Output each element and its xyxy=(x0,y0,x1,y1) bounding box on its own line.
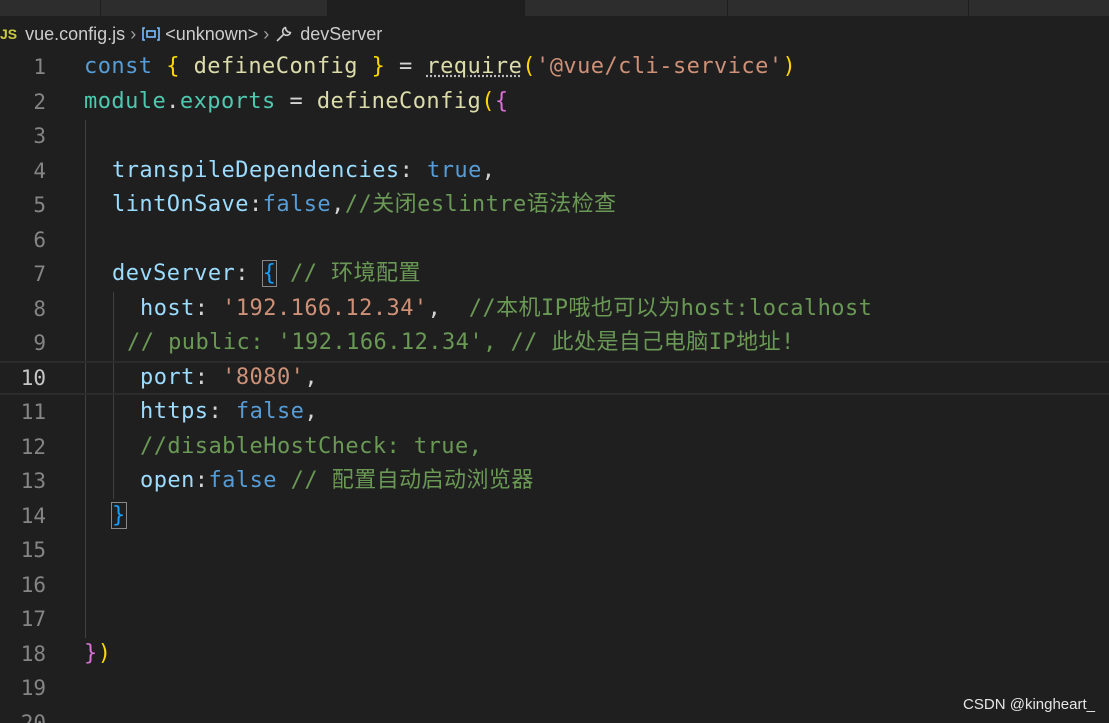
editor-tab-active[interactable] xyxy=(328,0,525,16)
code-line[interactable]: 16 xyxy=(0,568,1109,603)
code-line[interactable]: 3 xyxy=(0,119,1109,154)
line-code: } xyxy=(111,499,127,534)
line-code: host: '192.166.12.34', //本机IP哦也可以为host:l… xyxy=(140,295,873,321)
breadcrumb: JS vue.config.js › <unknown> › devServer xyxy=(0,16,1109,52)
matching-bracket: { xyxy=(261,260,278,287)
line-number: 19 xyxy=(20,676,46,700)
code-line[interactable]: 2 module.exports = defineConfig({ xyxy=(0,85,1109,120)
line-number: 7 xyxy=(33,262,46,286)
line-number: 6 xyxy=(33,227,46,252)
line-number: 1 xyxy=(33,55,46,79)
line-code: const { defineConfig } = require('@vue/c… xyxy=(84,54,797,79)
code-line[interactable]: 12 //disableHostCheck: true, xyxy=(0,430,1109,465)
chevron-right-icon: › xyxy=(130,23,137,44)
editor-tab[interactable] xyxy=(101,0,328,16)
line-number: 20 xyxy=(20,710,46,723)
editor-tab[interactable] xyxy=(728,0,969,16)
line-number: 13 xyxy=(20,469,46,493)
code-line[interactable]: 5 lintOnSave:false,//关闭eslintre语法检查 xyxy=(0,188,1109,223)
line-code: open:false // 配置自动启动浏览器 xyxy=(140,468,534,493)
code-line[interactable]: 9 // public: '192.166.12.34', // 此处是自己电脑… xyxy=(0,326,1109,361)
line-code: port: '8080', xyxy=(140,364,319,390)
code-line[interactable]: 1 const { defineConfig } = require('@vue… xyxy=(0,50,1109,85)
line-code: //disableHostCheck: true, xyxy=(140,433,483,459)
line-code: devServer: { // 环境配置 xyxy=(112,260,421,287)
code-line[interactable]: 7 devServer: { // 环境配置 xyxy=(0,257,1109,292)
breadcrumb-property[interactable]: devServer xyxy=(300,24,382,45)
line-code: https: false, xyxy=(140,399,319,424)
line-number: 5 xyxy=(33,193,46,217)
javascript-file-icon: JS xyxy=(0,26,18,42)
line-number: 2 xyxy=(33,89,46,114)
line-code: // public: '192.166.12.34', // 此处是自己电脑IP… xyxy=(127,330,795,355)
code-line[interactable]: 13 open:false // 配置自动启动浏览器 xyxy=(0,464,1109,499)
line-number: 15 xyxy=(20,538,46,562)
code-editor[interactable]: 1 const { defineConfig } = require('@vue… xyxy=(0,50,1109,723)
breadcrumb-file[interactable]: vue.config.js xyxy=(25,24,125,45)
line-number: 14 xyxy=(20,503,46,528)
watermark: CSDN @kingheart_ xyxy=(963,696,1095,713)
matching-bracket: } xyxy=(111,501,127,529)
line-number: 17 xyxy=(20,607,46,631)
code-line[interactable]: 15 xyxy=(0,533,1109,568)
editor-tab[interactable] xyxy=(525,0,728,16)
line-number: 8 xyxy=(33,296,46,321)
line-number: 10 xyxy=(20,365,46,390)
code-line[interactable]: 19 xyxy=(0,671,1109,706)
code-line[interactable]: 20 xyxy=(0,706,1109,723)
code-line[interactable]: 18 }) xyxy=(0,637,1109,672)
code-line-current[interactable]: 10 port: '8080', xyxy=(0,360,1109,395)
editor-tab-strip xyxy=(0,0,1109,16)
line-number: 18 xyxy=(20,641,46,666)
line-number: 11 xyxy=(20,400,46,424)
editor-tab[interactable] xyxy=(0,0,101,16)
chevron-right-icon: › xyxy=(263,23,270,44)
line-code: transpileDependencies: true, xyxy=(112,157,496,183)
line-number: 16 xyxy=(20,572,46,597)
line-number: 12 xyxy=(20,434,46,459)
code-line[interactable]: 4 transpileDependencies: true, xyxy=(0,154,1109,189)
breadcrumb-symbol[interactable]: <unknown> xyxy=(165,24,258,45)
code-line[interactable]: 17 xyxy=(0,602,1109,637)
line-code: }) xyxy=(84,640,112,666)
line-number: 3 xyxy=(33,124,46,148)
line-code: lintOnSave:false,//关闭eslintre语法检查 xyxy=(112,192,617,217)
code-line[interactable]: 11 https: false, xyxy=(0,395,1109,430)
line-code: module.exports = defineConfig({ xyxy=(84,88,509,114)
code-line[interactable]: 6 xyxy=(0,223,1109,258)
symbol-variable-icon xyxy=(141,26,161,42)
code-line[interactable]: 14 } xyxy=(0,499,1109,534)
code-line[interactable]: 8 host: '192.166.12.34', //本机IP哦也可以为host… xyxy=(0,292,1109,327)
editor-tab[interactable] xyxy=(969,0,1109,16)
line-number: 9 xyxy=(33,331,46,355)
wrench-icon xyxy=(274,24,294,44)
line-number: 4 xyxy=(33,158,46,183)
